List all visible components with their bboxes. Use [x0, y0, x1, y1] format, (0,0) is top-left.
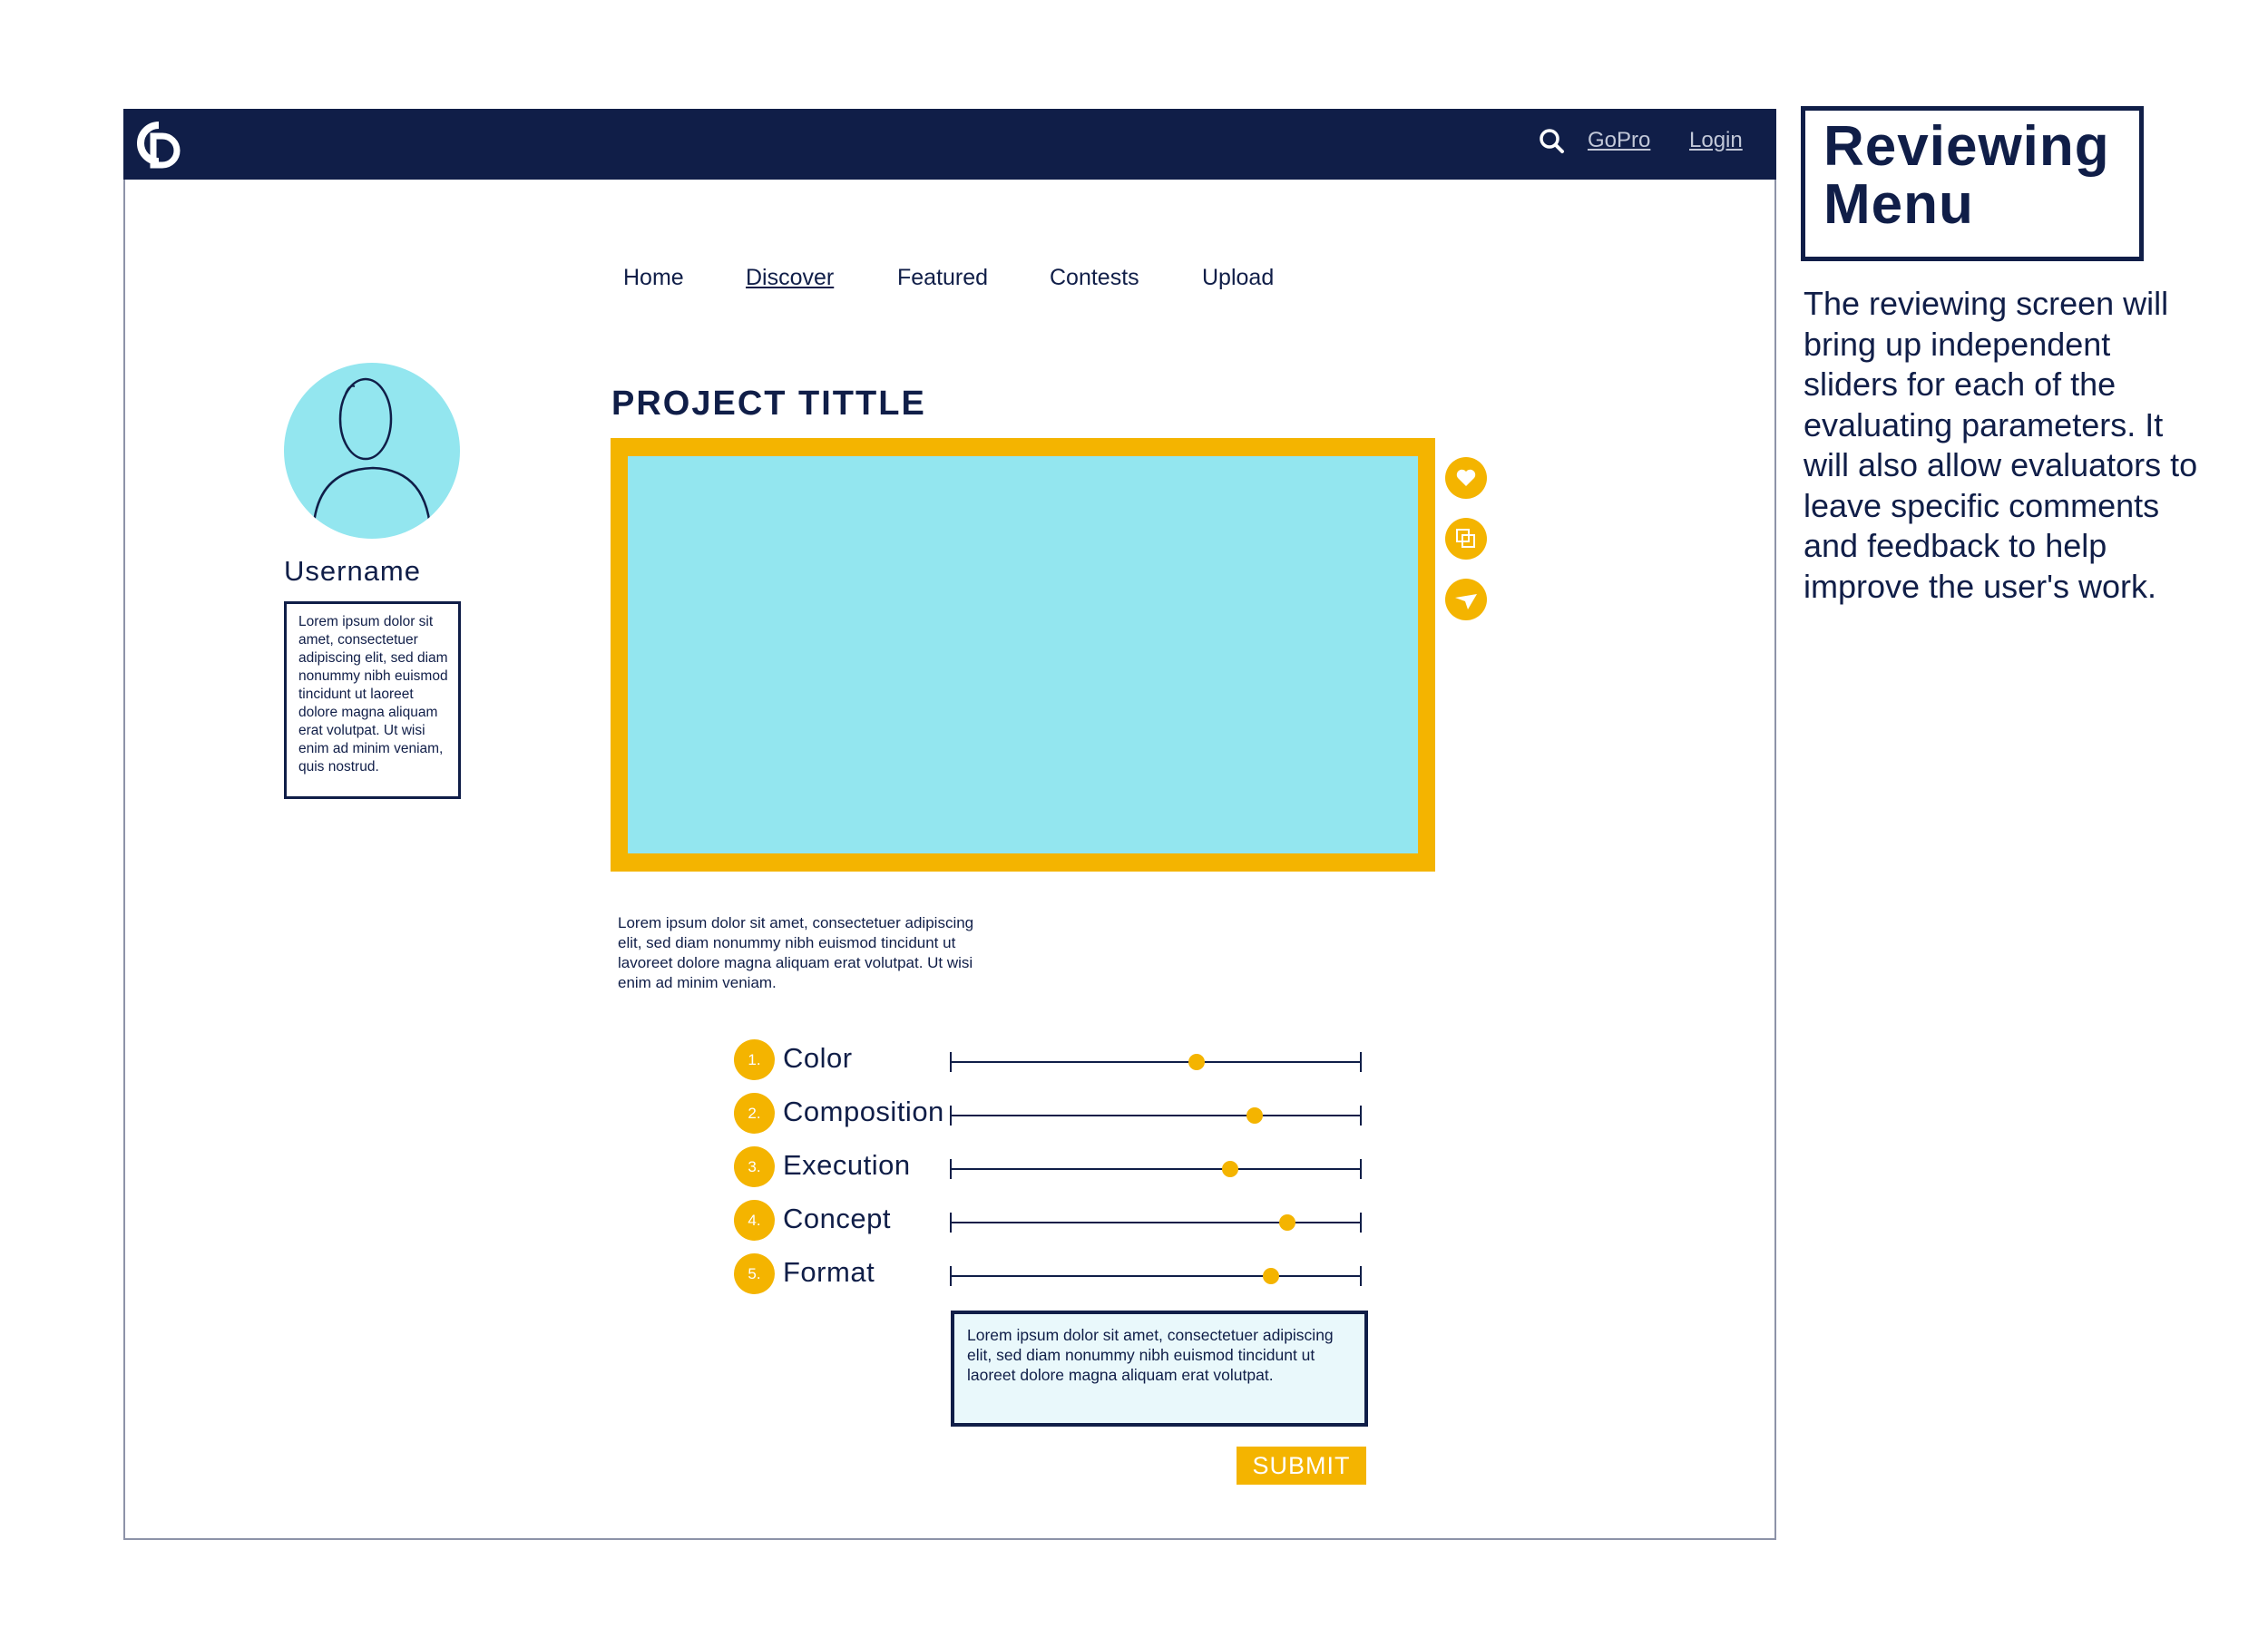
slider-min-tick [950, 1106, 952, 1126]
username[interactable]: Username [284, 555, 421, 588]
heart-icon [1456, 469, 1476, 486]
param-label-composition: Composition [783, 1096, 944, 1127]
slider-track [950, 1061, 1362, 1063]
slider-track [950, 1168, 1362, 1170]
nav-discover[interactable]: Discover [746, 265, 834, 291]
slider-max-tick [1360, 1213, 1362, 1233]
slider-max-tick [1360, 1159, 1362, 1179]
annotation-title-line2: Menu [1823, 173, 1974, 236]
submit-button[interactable]: SUBMIT [1237, 1447, 1366, 1485]
annotation-body: The reviewing screen will bring up indep… [1804, 285, 2198, 605]
artwork-image [628, 456, 1418, 853]
annotation-title-line1: Reviewing [1823, 115, 2110, 178]
copy-button[interactable] [1445, 518, 1487, 560]
param-label-color: Color [783, 1042, 853, 1074]
slider-min-tick [950, 1159, 952, 1179]
slider-track [950, 1115, 1362, 1116]
like-button[interactable] [1445, 457, 1487, 499]
artwork-frame[interactable] [611, 438, 1435, 872]
slider-thumb[interactable] [1188, 1054, 1206, 1070]
top-bar [123, 109, 1776, 180]
param-label-execution: Execution [783, 1149, 911, 1181]
nav-home[interactable]: Home [623, 265, 684, 291]
send-icon [1455, 594, 1477, 609]
login-link[interactable]: Login [1689, 128, 1743, 153]
slider-max-tick [1360, 1266, 1362, 1286]
param-label-format: Format [783, 1256, 875, 1288]
slider-min-tick [950, 1213, 952, 1233]
avatar[interactable] [284, 363, 460, 539]
param-number-composition: 2. [734, 1093, 775, 1134]
cd-logo-icon[interactable] [132, 118, 186, 172]
bio-text: Lorem ipsum dolor sit amet, consectetuer… [284, 601, 461, 799]
project-description: Lorem ipsum dolor sit amet, consectetuer… [618, 914, 974, 991]
gopro-link[interactable]: GoPro [1588, 128, 1650, 153]
param-number-concept: 4. [734, 1200, 775, 1241]
share-button[interactable] [1445, 579, 1487, 620]
slider-thumb[interactable] [1279, 1214, 1296, 1231]
page-title: PROJECT TITTLE [611, 385, 926, 423]
slider-color[interactable] [950, 1052, 1362, 1072]
param-number-color: 1. [734, 1039, 775, 1080]
slider-execution[interactable] [950, 1159, 1362, 1179]
param-label-concept: Concept [783, 1203, 891, 1234]
slider-thumb[interactable] [1263, 1268, 1280, 1284]
comment-field[interactable]: Lorem ipsum dolor sit amet, consectetuer… [951, 1311, 1368, 1427]
slider-composition[interactable] [950, 1106, 1362, 1126]
slider-format[interactable] [950, 1266, 1362, 1286]
search-icon[interactable] [1538, 127, 1567, 156]
param-number-execution: 3. [734, 1146, 775, 1187]
param-number-format: 5. [734, 1253, 775, 1294]
slider-thumb[interactable] [1221, 1161, 1238, 1177]
slider-min-tick [950, 1052, 952, 1072]
copy-icon [1456, 529, 1475, 548]
slider-max-tick [1360, 1052, 1362, 1072]
slider-max-tick [1360, 1106, 1362, 1126]
slider-min-tick [950, 1266, 952, 1286]
slider-track [950, 1275, 1362, 1277]
slider-track [950, 1222, 1362, 1223]
nav-featured[interactable]: Featured [897, 265, 988, 291]
nav-upload[interactable]: Upload [1202, 265, 1274, 291]
annotation-title-box: Reviewing Menu [1801, 106, 2144, 261]
slider-thumb[interactable] [1246, 1107, 1263, 1124]
nav-contests[interactable]: Contests [1050, 265, 1139, 291]
user-avatar-icon [311, 377, 433, 539]
slider-concept[interactable] [950, 1213, 1362, 1233]
